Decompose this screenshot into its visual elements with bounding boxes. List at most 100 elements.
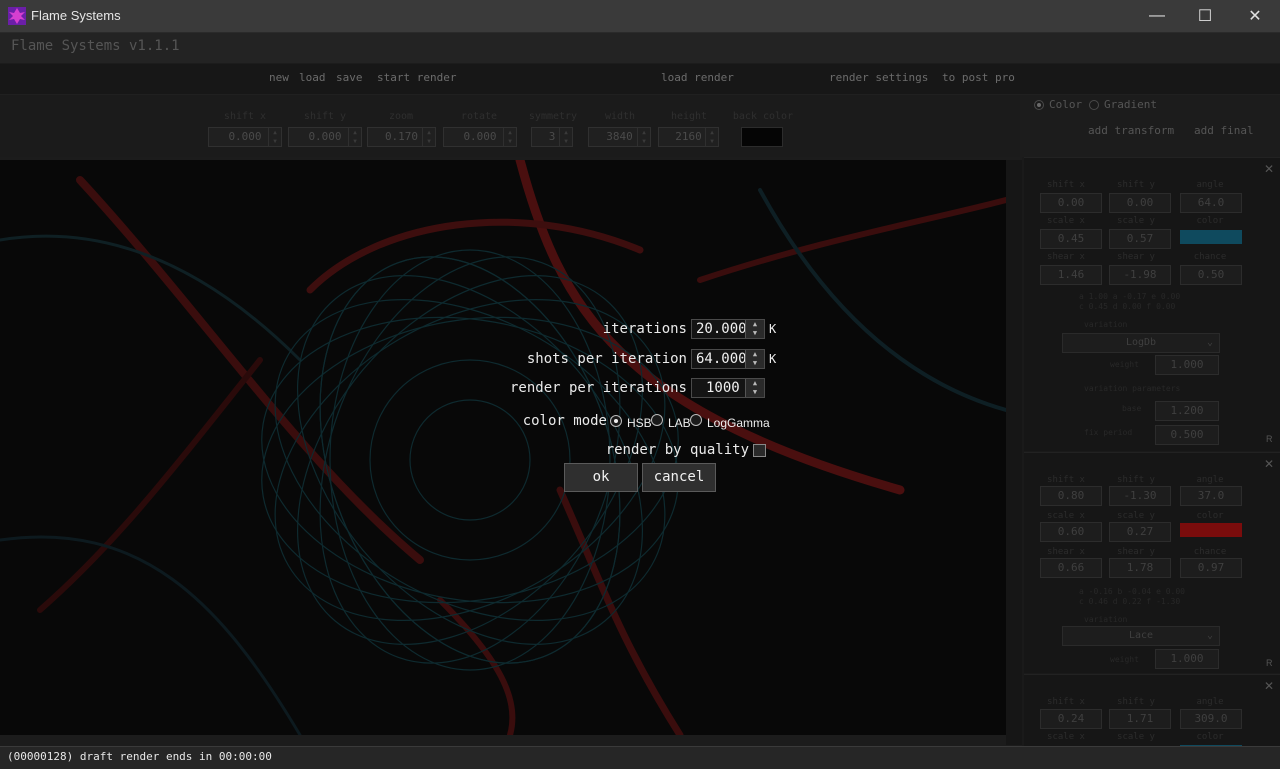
t1-scale-y-label: scale y: [1117, 216, 1155, 226]
t2-chance-input[interactable]: 0.97: [1180, 558, 1242, 578]
render-canvas[interactable]: [0, 160, 1006, 735]
t2-weight-input[interactable]: 1.000: [1155, 649, 1219, 669]
cancel-button[interactable]: cancel: [642, 463, 716, 492]
t2-color-swatch[interactable]: [1180, 523, 1242, 537]
menu-load[interactable]: load: [299, 71, 326, 84]
lab-radio[interactable]: [651, 414, 663, 426]
loggamma-radio[interactable]: [690, 414, 702, 426]
add-transform-button[interactable]: add transform: [1088, 124, 1174, 137]
maximize-button[interactable]: ☐: [1182, 0, 1228, 32]
t3-color-label: color: [1196, 732, 1224, 742]
window-title: Flame Systems: [31, 8, 121, 23]
t2-scale-y-input[interactable]: 0.27: [1109, 522, 1171, 542]
shift-x-spinner[interactable]: ▲ ▼: [268, 128, 281, 146]
rotate-input[interactable]: 0.000 ▲ ▼: [443, 127, 517, 147]
render-by-quality-label: render by quality: [605, 442, 749, 458]
shots-per-iteration-input[interactable]: 64.000 ▲ ▼: [691, 349, 765, 369]
transform-close-icon[interactable]: ✕: [1264, 679, 1274, 693]
color-radio[interactable]: [1034, 100, 1044, 110]
width-input[interactable]: 3840 ▲ ▼: [588, 127, 651, 147]
back-color-swatch[interactable]: [741, 127, 783, 147]
back-color-label: back color: [732, 111, 794, 122]
render-by-quality-checkbox[interactable]: [753, 444, 766, 457]
shift-x-input[interactable]: 0.000 ▲ ▼: [208, 127, 282, 147]
hsb-radio[interactable]: [610, 415, 622, 427]
gradient-radio[interactable]: [1089, 100, 1099, 110]
symmetry-input[interactable]: 3 ▲ ▼: [531, 127, 573, 147]
width-spinner[interactable]: ▲ ▼: [637, 128, 650, 146]
t1-shear-y-input[interactable]: -1.98: [1109, 265, 1171, 285]
menu-to-post-pro[interactable]: to post pro: [942, 71, 1015, 84]
symmetry-spinner[interactable]: ▲ ▼: [559, 128, 572, 146]
symmetry-label: symmetry: [528, 111, 578, 122]
t1-scale-x-input[interactable]: 0.45: [1040, 229, 1102, 249]
t2-scale-x-input[interactable]: 0.60: [1040, 522, 1102, 542]
t1-shift-x-input[interactable]: 0.00: [1040, 193, 1102, 213]
t2-angle-label: angle: [1196, 475, 1224, 485]
iterations-input[interactable]: 20.000 ▲ ▼: [691, 319, 765, 339]
height-label: height: [670, 111, 708, 122]
shots-spinner[interactable]: ▲ ▼: [745, 350, 764, 368]
t1-fix-period-input[interactable]: 0.500: [1155, 425, 1219, 445]
iterations-spinner[interactable]: ▲ ▼: [745, 320, 764, 338]
t1-shear-y-label: shear y: [1117, 252, 1155, 262]
t2-variation-dropdown[interactable]: Lace ⌄: [1062, 626, 1220, 646]
zoom-input[interactable]: 0.170 ▲ ▼: [367, 127, 436, 147]
menu-start-render[interactable]: start render: [377, 71, 456, 84]
t2-shift-y-input[interactable]: -1.30: [1109, 486, 1171, 506]
t1-base-input[interactable]: 1.200: [1155, 401, 1219, 421]
t2-shear-x-input[interactable]: 0.66: [1040, 558, 1102, 578]
menu-render-settings[interactable]: render settings: [829, 71, 928, 84]
t2-reset-button[interactable]: R: [1266, 658, 1273, 668]
t1-angle-input[interactable]: 64.0: [1180, 193, 1242, 213]
t1-coefficients-row-1: a 1.00 a -0.17 e 0.00: [1079, 292, 1181, 301]
rotate-spinner[interactable]: ▲ ▼: [503, 128, 516, 146]
render-per-iterations-input[interactable]: 1000 ▲ ▼: [691, 378, 765, 398]
zoom-spinner[interactable]: ▲ ▼: [422, 128, 435, 146]
t1-variation-label: variation: [1084, 320, 1128, 329]
t1-variation-dropdown[interactable]: LogDb ⌄: [1062, 333, 1220, 353]
color-mode-label: color mode: [522, 413, 607, 429]
t1-color-swatch[interactable]: [1180, 230, 1242, 244]
t2-shear-x-label: shear x: [1047, 547, 1085, 557]
transform-close-icon[interactable]: ✕: [1264, 162, 1274, 176]
ok-button[interactable]: ok: [564, 463, 638, 492]
t1-shift-x-label: shift x: [1047, 180, 1085, 190]
shift-y-spinner[interactable]: ▲ ▼: [348, 128, 361, 146]
t2-shear-y-input[interactable]: 1.78: [1109, 558, 1171, 578]
height-input[interactable]: 2160 ▲ ▼: [658, 127, 719, 147]
iterations-unit: K: [769, 322, 777, 336]
t3-shift-x-input[interactable]: 0.24: [1040, 709, 1102, 729]
render-per-spinner[interactable]: ▲ ▼: [745, 379, 764, 397]
close-window-button[interactable]: ✕: [1232, 0, 1278, 32]
menu-load-render[interactable]: load render: [661, 71, 734, 84]
transform-panel-2: ✕ shift x shift y angle 0.80 -1.30 37.0 …: [1024, 452, 1280, 673]
shift-y-input[interactable]: 0.000 ▲ ▼: [288, 127, 362, 147]
menu-save[interactable]: save: [336, 71, 363, 84]
t1-chance-input[interactable]: 0.50: [1180, 265, 1242, 285]
t1-reset-button[interactable]: R: [1266, 434, 1273, 444]
shift-x-label: shift x: [223, 111, 267, 122]
t2-angle-input[interactable]: 37.0: [1180, 486, 1242, 506]
t1-shift-y-input[interactable]: 0.00: [1109, 193, 1171, 213]
t2-shift-x-input[interactable]: 0.80: [1040, 486, 1102, 506]
t1-shear-x-label: shear x: [1047, 252, 1085, 262]
t3-angle-input[interactable]: 309.0: [1180, 709, 1242, 729]
add-final-button[interactable]: add final: [1194, 124, 1254, 137]
transform-close-icon[interactable]: ✕: [1264, 457, 1274, 471]
fractal-flame-image: [0, 160, 1006, 735]
menu-new[interactable]: new: [269, 71, 289, 84]
shots-unit: K: [769, 352, 777, 366]
canvas-scrollbar[interactable]: [1006, 160, 1022, 745]
t2-color-label: color: [1196, 511, 1224, 521]
height-spinner[interactable]: ▲ ▼: [705, 128, 718, 146]
t3-shift-y-input[interactable]: 1.71: [1109, 709, 1171, 729]
hsb-option-label: HSB: [627, 416, 652, 430]
t1-scale-y-input[interactable]: 0.57: [1109, 229, 1171, 249]
parameter-bar: [0, 95, 1020, 157]
shift-y-label: shift y: [303, 111, 347, 122]
minimize-button[interactable]: —: [1134, 0, 1180, 32]
t1-shift-y-label: shift y: [1117, 180, 1155, 190]
t1-weight-input[interactable]: 1.000: [1155, 355, 1219, 375]
t1-shear-x-input[interactable]: 1.46: [1040, 265, 1102, 285]
